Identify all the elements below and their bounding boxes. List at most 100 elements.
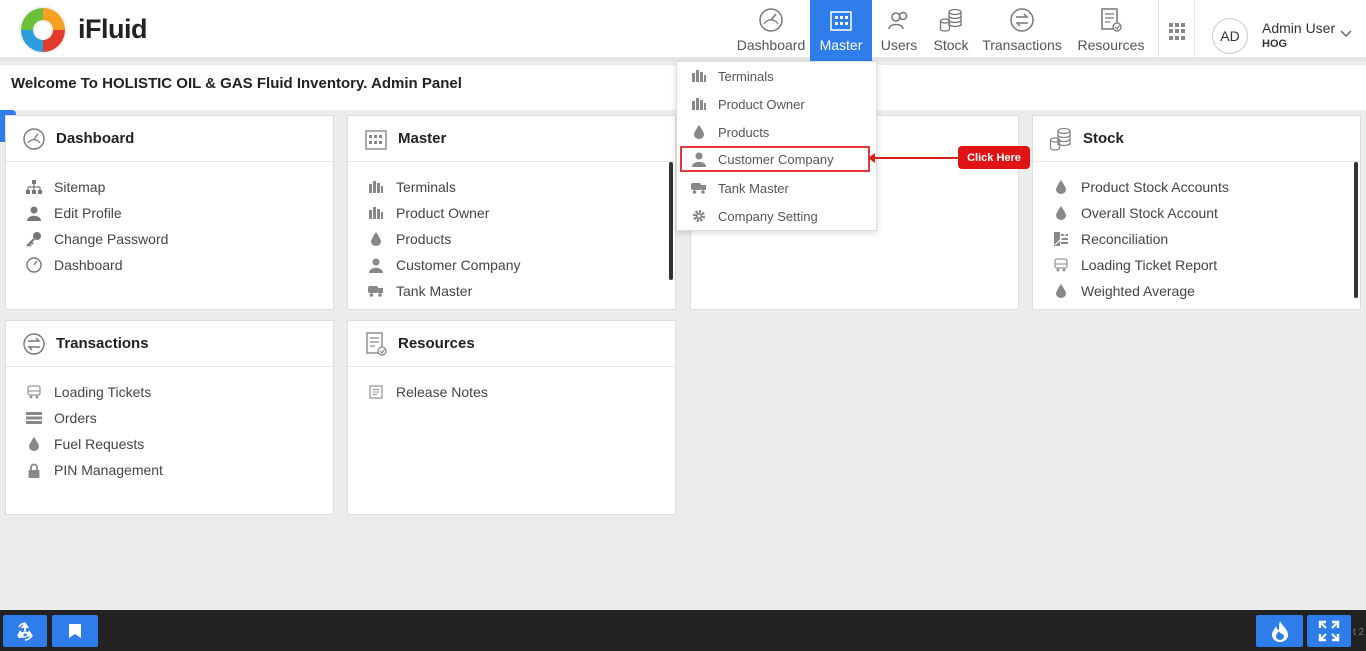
building-icon [689,98,708,110]
nav-users[interactable]: Users [872,0,926,61]
document-check-icon [1101,8,1122,32]
list-item[interactable]: Reconciliation [1051,226,1360,252]
list-item[interactable]: Product Stock Accounts [1051,174,1360,200]
bottom-toolbar: t 2 [0,610,1366,651]
card-dashboard: Dashboard Sitemap Edit Profile Change Pa… [5,115,334,310]
truck-icon [366,285,385,297]
drop-icon [1051,284,1070,298]
truck-icon [689,182,708,194]
nav-master[interactable]: Master [810,0,872,61]
fire-button[interactable] [1256,615,1303,647]
nav-stock[interactable]: Stock [926,0,976,61]
coins-stack-icon [1049,127,1071,151]
drop-icon [689,125,708,139]
scrollbar[interactable] [669,162,673,280]
avatar[interactable]: AD [1212,18,1248,54]
card-header: Resources [348,321,675,367]
building-icon [830,11,852,31]
nav-transactions[interactable]: Transactions [976,0,1068,61]
drop-icon [366,232,385,246]
ifluid-logo[interactable] [17,4,69,56]
truck-icon [24,385,43,399]
list-item-label: Loading Ticket Report [1081,257,1218,273]
scrollbar[interactable] [1354,162,1358,298]
building-icon [366,207,385,219]
list-item[interactable]: Weighted Average [1051,278,1360,304]
notes-icon [366,385,385,399]
nav-divider [1158,0,1159,61]
list-item[interactable]: Loading Tickets [24,379,333,405]
gear-icon [689,209,708,223]
list-item[interactable]: Orders [24,405,333,431]
bookmark-button[interactable] [52,615,98,647]
user-icon [366,258,385,273]
card-header: Transactions [6,321,333,367]
dropdown-item-product-owner[interactable]: Product Owner [677,90,877,118]
list-item-label: Loading Tickets [54,384,152,400]
bookmark-icon [69,624,81,638]
building-icon [365,129,387,150]
list-item-label: Overall Stock Account [1081,205,1218,221]
dropdown-item-label: Products [718,124,770,140]
card-transactions: Transactions Loading Tickets Orders Fuel… [5,320,334,515]
list-item-label: Edit Profile [54,205,122,221]
user-org: HOG [1262,38,1288,50]
dropdown-item-products[interactable]: Products [677,118,877,146]
list-item[interactable]: Product Owner [366,200,675,226]
fullscreen-button[interactable] [1307,615,1351,647]
list-item[interactable]: Customer Company [366,252,675,278]
master-dropdown-menu: Terminals Product Owner Products Custome… [676,61,877,231]
list-item[interactable]: Tank Master [366,278,675,304]
nav-dashboard[interactable]: Dashboard [732,0,810,61]
click-here-callout: Click Here [958,146,1030,169]
list-item[interactable]: Loading Ticket Report [1051,252,1360,278]
reconciliation-icon [1051,231,1070,247]
list-item[interactable]: Edit Profile [24,200,333,226]
chevron-down-icon[interactable] [1340,30,1352,38]
list-item[interactable]: Change Password [24,226,333,252]
list-item-label: Orders [54,410,97,426]
dashboard-gauge-icon [24,257,43,273]
nav-resources[interactable]: Resources [1068,0,1154,61]
dashboard-gauge-icon [23,127,45,150]
list-item[interactable]: Terminals [366,174,675,200]
apps-grid-icon[interactable] [1169,23,1186,40]
card-header: Master [348,116,675,162]
card-resources: Resources Release Notes [347,320,676,515]
brand-name[interactable]: iFluid [78,14,147,45]
dropdown-item-company-setting[interactable]: Company Setting [677,202,877,230]
list-item-label: PIN Management [54,462,163,478]
list-item-label: Product Owner [396,205,490,221]
user-icon [689,152,708,167]
list-item[interactable]: Products [366,226,675,252]
dashboard-gauge-icon [759,8,783,32]
footer-clipped-text: t 2 [1353,627,1365,638]
fire-icon [1271,621,1288,642]
nav-label: Dashboard [736,37,806,53]
document-check-icon [366,331,387,356]
list-item[interactable]: Dashboard [24,252,333,278]
drop-icon [1051,206,1070,220]
dropdown-item-terminals[interactable]: Terminals [677,62,877,90]
list-item-label: Reconciliation [1081,231,1169,247]
dropdown-item-label: Product Owner [718,96,805,112]
list-item[interactable]: Release Notes [366,379,675,405]
dropdown-item-tank-master[interactable]: Tank Master [677,174,877,202]
recycle-button[interactable] [3,615,47,647]
user-name[interactable]: Admin User [1262,20,1335,36]
list-item[interactable]: Fuel Requests [24,431,333,457]
list-item[interactable]: Sitemap [24,174,333,200]
list-item[interactable]: Overall Stock Account [1051,200,1360,226]
expand-icon [1318,620,1340,642]
recycle-icon [17,622,33,641]
nav-label: Users [880,37,918,53]
list-item[interactable]: PIN Management [24,457,333,483]
exchange-arrows-icon [1010,8,1034,32]
dropdown-item-customer-company[interactable]: Customer Company [680,146,870,172]
list-item-label: Release Notes [396,384,488,400]
list-item-label: Fuel Requests [54,436,145,452]
callout-arrow-icon [868,153,875,163]
list-item-label: Products [396,231,452,247]
dropdown-item-label: Customer Company [718,151,834,167]
truck-icon [1051,258,1070,272]
